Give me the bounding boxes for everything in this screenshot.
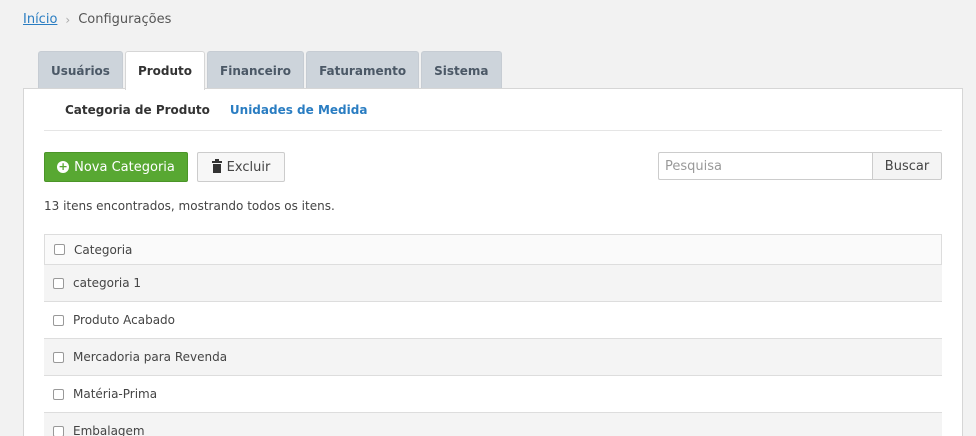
breadcrumb-current: Configurações (78, 12, 172, 27)
row-label[interactable]: Embalagem (73, 424, 145, 436)
settings-tabs: Usuários Produto Financeiro Faturamento … (38, 51, 504, 90)
tab-produto[interactable]: Produto (124, 51, 206, 90)
row-checkbox[interactable] (53, 314, 64, 326)
row-label[interactable]: Produto Acabado (73, 313, 175, 327)
breadcrumb-home-link[interactable]: Início (23, 12, 57, 27)
new-category-button[interactable]: + Nova Categoria (44, 152, 188, 182)
search-input[interactable] (658, 152, 872, 180)
row-checkbox[interactable] (53, 277, 64, 289)
row-label[interactable]: Matéria-Prima (73, 387, 157, 401)
table-row[interactable]: Mercadoria para Revenda (44, 339, 942, 376)
table-row[interactable]: Produto Acabado (44, 302, 942, 339)
delete-label: Excluir (226, 159, 271, 175)
new-category-label: Nova Categoria (74, 159, 175, 175)
subtab-categoria-produto[interactable]: Categoria de Produto (65, 103, 210, 117)
subtabs: Categoria de Produto Unidades de Medida (44, 89, 942, 131)
subtab-unidades-medida[interactable]: Unidades de Medida (230, 103, 368, 117)
table-row[interactable]: Matéria-Prima (44, 376, 942, 413)
search-group: Buscar (658, 152, 942, 180)
breadcrumb-separator-icon: › (65, 12, 71, 27)
row-checkbox[interactable] (53, 388, 64, 400)
breadcrumb: Início › Configurações (23, 12, 171, 27)
tab-faturamento[interactable]: Faturamento (306, 51, 420, 89)
row-label[interactable]: Mercadoria para Revenda (73, 350, 227, 364)
content-panel: Categoria de Produto Unidades de Medida … (23, 88, 963, 436)
row-checkbox[interactable] (53, 425, 64, 436)
table-row[interactable]: Embalagem (44, 413, 942, 436)
search-button[interactable]: Buscar (872, 152, 942, 180)
row-checkbox[interactable] (53, 351, 64, 363)
column-header-categoria[interactable]: Categoria (74, 243, 132, 257)
tab-usuarios[interactable]: Usuários (38, 51, 123, 89)
trash-icon (211, 159, 222, 173)
select-all-checkbox[interactable] (54, 244, 65, 255)
table-row[interactable]: categoria 1 (44, 265, 942, 302)
tab-sistema[interactable]: Sistema (421, 51, 502, 89)
category-table: Categoria categoria 1 Produto Acabado Me… (44, 234, 942, 436)
table-header: Categoria (44, 235, 942, 265)
row-label[interactable]: categoria 1 (73, 276, 141, 290)
tab-financeiro[interactable]: Financeiro (207, 51, 305, 89)
plus-circle-icon: + (57, 160, 70, 173)
result-count: 13 itens encontrados, mostrando todos os… (44, 199, 335, 213)
delete-button[interactable]: Excluir (197, 152, 285, 182)
